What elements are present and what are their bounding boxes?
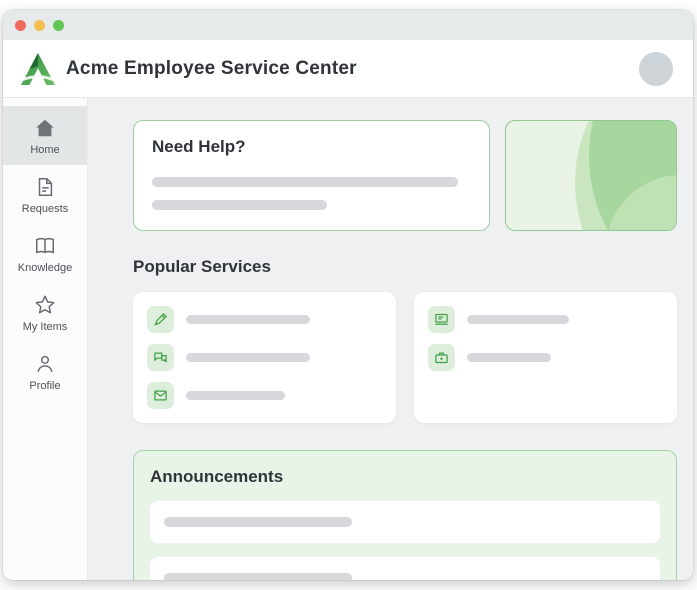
placeholder-line (186, 391, 285, 400)
page-title: Acme Employee Service Center (66, 57, 357, 79)
announcement-item[interactable] (150, 501, 660, 543)
home-icon (36, 119, 54, 137)
chat-bubbles-icon (147, 344, 174, 371)
placeholder-line (164, 517, 352, 527)
sidebar-item-label: My Items (22, 321, 68, 333)
placeholder-line (164, 573, 352, 580)
services-card-left (133, 292, 396, 423)
person-icon (37, 355, 53, 372)
sidebar-nav: Home Requests Knowledge My Items Profile (3, 98, 88, 580)
document-icon (38, 178, 53, 196)
app-header: Acme Employee Service Center (3, 40, 693, 98)
placeholder-line (467, 315, 569, 324)
minimize-window-button[interactable] (34, 19, 45, 31)
announcements-card: Announcements (133, 450, 677, 580)
placeholder-line (467, 353, 551, 362)
sidebar-item-knowledge[interactable]: Knowledge (3, 224, 87, 283)
sidebar-item-label: Profile (29, 380, 61, 392)
sidebar-item-requests[interactable]: Requests (3, 165, 87, 224)
sidebar-item-home[interactable]: Home (3, 106, 87, 165)
sidebar-item-label: Knowledge (17, 262, 73, 274)
mail-icon (147, 382, 174, 409)
computer-icon (428, 306, 455, 333)
popular-services-heading: Popular Services (133, 257, 271, 276)
acme-logo-icon (21, 52, 55, 85)
need-help-card[interactable]: Need Help? (133, 120, 490, 231)
service-item[interactable] (428, 306, 663, 333)
open-book-icon (36, 237, 54, 254)
service-item[interactable] (147, 306, 382, 333)
user-avatar[interactable] (639, 51, 673, 86)
placeholder-line (186, 315, 310, 324)
placeholder-line (152, 177, 459, 187)
star-icon (35, 295, 55, 314)
services-card-right (414, 292, 677, 423)
sidebar-item-profile[interactable]: Profile (3, 342, 87, 401)
briefcase-icon (428, 344, 455, 371)
zoom-window-button[interactable] (53, 19, 64, 31)
placeholder-line (186, 353, 310, 362)
service-item[interactable] (428, 344, 663, 371)
main-content: Need Help? Popular Services Announcement… (88, 98, 693, 580)
announcement-item[interactable] (150, 557, 660, 580)
window-titlebar (3, 10, 693, 40)
sidebar-item-my-items[interactable]: My Items (3, 283, 87, 342)
placeholder-line (152, 200, 328, 210)
app-window: Acme Employee Service Center Home Reques… (3, 10, 693, 580)
sidebar-item-label: Requests (21, 203, 69, 215)
pen-icon (147, 306, 174, 333)
sidebar-item-label: Home (30, 144, 60, 156)
announcements-heading: Announcements (150, 467, 284, 486)
close-window-button[interactable] (15, 19, 26, 31)
service-item[interactable] (147, 382, 382, 409)
promo-graphic-card[interactable] (505, 120, 677, 231)
need-help-title: Need Help? (152, 137, 246, 156)
service-item[interactable] (147, 344, 382, 371)
